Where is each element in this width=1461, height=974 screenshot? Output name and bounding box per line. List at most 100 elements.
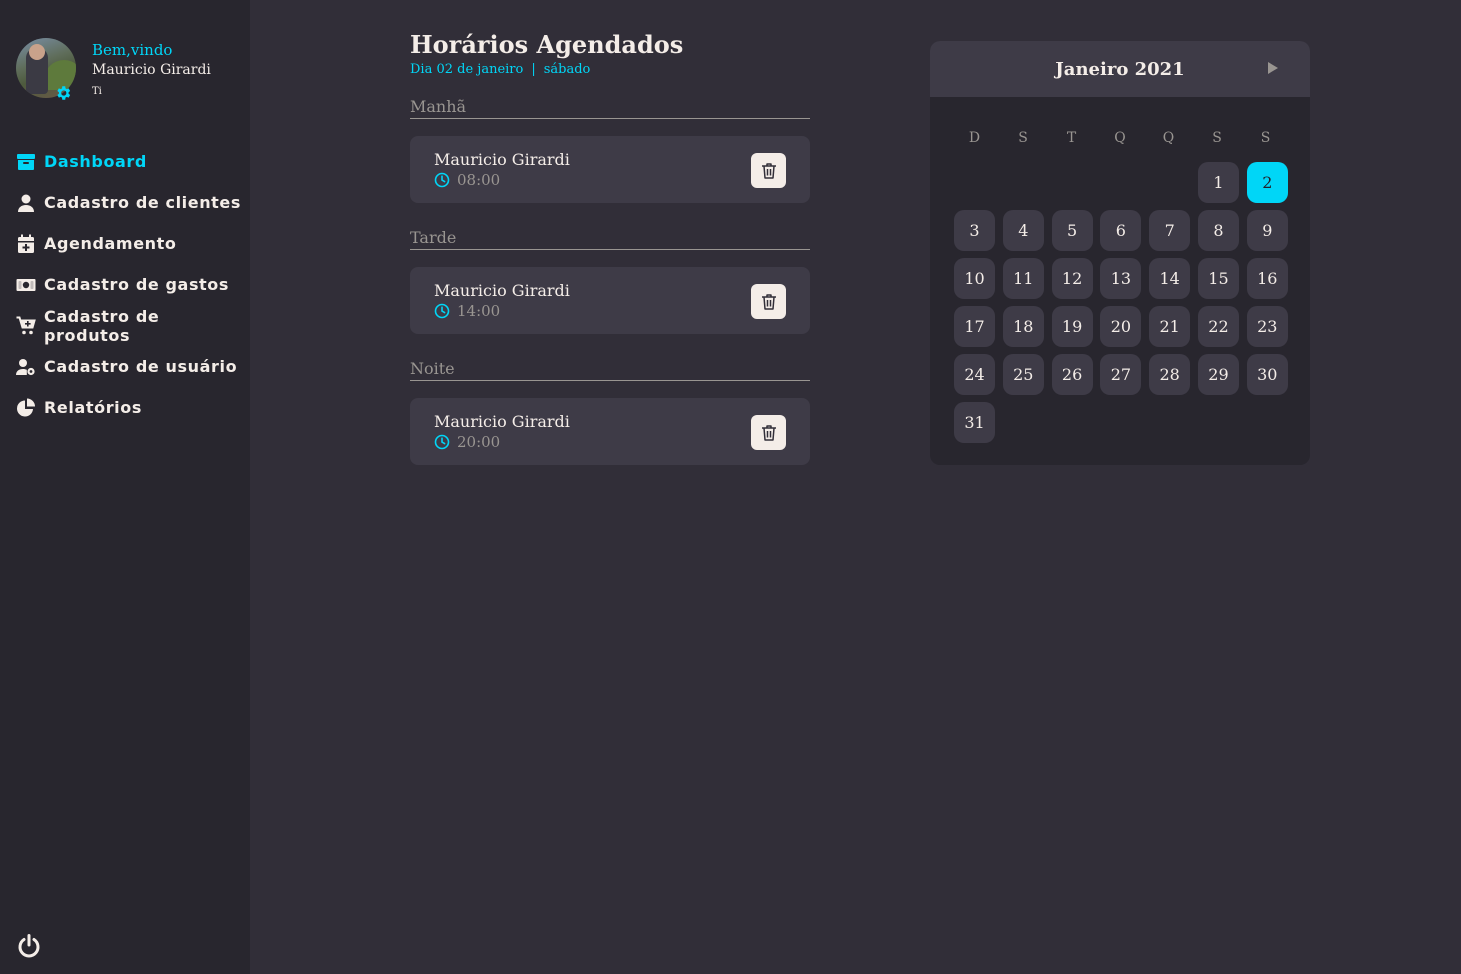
selected-date: Dia 02 de janeiro	[410, 62, 524, 77]
appointment-card: Mauricio Girardi 08:00	[410, 136, 810, 203]
calendar-day[interactable]: 28	[1149, 354, 1191, 395]
section-morning: Manhã Mauricio Girardi 08:00	[410, 97, 810, 203]
calendar-day[interactable]: 18	[1002, 306, 1044, 347]
calendar-day[interactable]: 5	[1051, 210, 1093, 251]
calendar-day[interactable]: 30	[1246, 354, 1288, 395]
calendar-weekdays: DSTQQSS	[954, 130, 1286, 146]
section-label: Tarde	[410, 228, 810, 250]
user-name: Mauricio Girardi	[92, 62, 211, 78]
calendar-day[interactable]: 29	[1197, 354, 1239, 395]
weekday-label: S	[1212, 130, 1222, 146]
section-label: Noite	[410, 359, 810, 381]
calendar-day[interactable]: 20	[1100, 306, 1142, 347]
calendar-day[interactable]: 17	[954, 306, 995, 347]
user-role: Ti	[92, 86, 102, 97]
sidebar-item-gastos[interactable]: Cadastro de gastos	[16, 264, 246, 305]
appointment-card: Mauricio Girardi 14:00	[410, 267, 810, 334]
calendar-day[interactable]: 25	[1002, 354, 1044, 395]
calendar-day[interactable]: 22	[1197, 306, 1239, 347]
calendar-plus-icon	[16, 234, 36, 254]
calendar-day[interactable]: 12	[1051, 258, 1093, 299]
calendar-day[interactable]: 27	[1100, 354, 1142, 395]
sidebar-item-label: Relatórios	[44, 398, 142, 417]
calendar-day[interactable]: 24	[954, 354, 995, 395]
calendar-day[interactable]: 4	[1002, 210, 1044, 251]
clock-icon	[434, 434, 450, 450]
section-evening: Noite Mauricio Girardi 20:00	[410, 359, 810, 465]
calendar-day[interactable]: 15	[1197, 258, 1239, 299]
sidebar: Bem,vindo Mauricio Girardi Ti Dashboard …	[0, 0, 250, 974]
weekday-label: S	[1260, 130, 1271, 146]
date-separator: |	[531, 62, 536, 77]
appointment-time: 20:00	[434, 433, 500, 451]
gear-icon[interactable]	[54, 84, 72, 102]
cart-plus-icon	[16, 316, 36, 336]
calendar: Janeiro 2021 DSTQQSS 1 2 3 4 5 6 7 8 9 10 11 12 13 14…	[930, 41, 1310, 465]
sidebar-nav: Dashboard Cadastro de clientes Agendamen…	[16, 141, 246, 428]
user-icon	[16, 193, 36, 213]
sidebar-item-produtos[interactable]: Cadastro de produtos	[16, 305, 246, 346]
calendar-day[interactable]: 10	[954, 258, 995, 299]
calendar-day[interactable]: 3	[954, 210, 995, 251]
delete-appointment-button[interactable]	[751, 284, 786, 319]
calendar-days: 1 2 3 4 5 6 7 8 9 10 11 12 13 14 15 16 17 18 19 20 21 22 23 24 2…	[954, 162, 1296, 443]
calendar-month-title: Janeiro 2021	[1055, 59, 1185, 80]
archive-icon	[16, 152, 36, 172]
sidebar-item-label: Dashboard	[44, 152, 147, 171]
appointment-client: Mauricio Girardi	[434, 281, 570, 300]
calendar-day[interactable]: 13	[1100, 258, 1142, 299]
power-icon[interactable]	[16, 933, 42, 959]
money-bill-icon	[16, 275, 36, 295]
appointment-client: Mauricio Girardi	[434, 412, 570, 431]
calendar-day[interactable]: 6	[1100, 210, 1142, 251]
calendar-day[interactable]: 1	[1197, 162, 1239, 203]
calendar-day[interactable]: 26	[1051, 354, 1093, 395]
calendar-day[interactable]: 7	[1149, 210, 1191, 251]
calendar-empty-cell	[954, 162, 995, 203]
calendar-day[interactable]: 31	[954, 402, 995, 443]
calendar-day-selected[interactable]: 2	[1246, 162, 1288, 203]
calendar-day[interactable]: 14	[1149, 258, 1191, 299]
calendar-day[interactable]: 21	[1149, 306, 1191, 347]
calendar-day[interactable]: 16	[1246, 258, 1288, 299]
selected-weekday: sábado	[543, 62, 591, 77]
user-profile: Bem,vindo Mauricio Girardi Ti	[16, 38, 236, 102]
schedule-panel: Horários Agendados Dia 02 de janeiro | s…	[410, 30, 810, 465]
weekday-label: Q	[1162, 130, 1175, 146]
calendar-empty-cell	[1052, 162, 1093, 203]
appointment-time: 14:00	[434, 302, 500, 320]
calendar-day[interactable]: 9	[1246, 210, 1288, 251]
appointment-card: Mauricio Girardi 20:00	[410, 398, 810, 465]
calendar-day[interactable]: 19	[1051, 306, 1093, 347]
sidebar-item-agendamento[interactable]: Agendamento	[16, 223, 246, 264]
sidebar-item-dashboard[interactable]: Dashboard	[16, 141, 246, 182]
calendar-empty-cell	[1149, 162, 1190, 203]
next-month-icon[interactable]	[1266, 61, 1280, 75]
page-title: Horários Agendados	[410, 30, 684, 59]
welcome-text: Bem,vindo	[92, 41, 173, 59]
sidebar-item-relatorios[interactable]: Relatórios	[16, 387, 246, 428]
weekday-label: D	[968, 130, 981, 146]
sidebar-item-clientes[interactable]: Cadastro de clientes	[16, 182, 246, 223]
chart-pie-icon	[16, 398, 36, 418]
clock-icon	[434, 303, 450, 319]
sidebar-item-label: Cadastro de produtos	[44, 306, 160, 345]
section-afternoon: Tarde Mauricio Girardi 14:00	[410, 228, 810, 334]
user-cog-icon	[16, 357, 36, 377]
calendar-day[interactable]: 23	[1246, 306, 1288, 347]
sidebar-item-label: Cadastro de usuário	[44, 357, 238, 376]
calendar-day[interactable]: 8	[1197, 210, 1239, 251]
sidebar-item-label: Agendamento	[44, 234, 177, 253]
calendar-day[interactable]: 11	[1002, 258, 1044, 299]
delete-appointment-button[interactable]	[751, 415, 786, 450]
trash-icon	[761, 424, 776, 441]
sidebar-item-usuario[interactable]: Cadastro de usuário	[16, 346, 246, 387]
calendar-header: Janeiro 2021	[930, 41, 1310, 97]
date-subtitle: Dia 02 de janeiro | sábado	[410, 62, 810, 80]
delete-appointment-button[interactable]	[751, 153, 786, 188]
weekday-label: T	[1066, 130, 1077, 146]
trash-icon	[761, 162, 776, 179]
appointment-time: 08:00	[434, 171, 500, 189]
calendar-empty-cell	[1003, 162, 1044, 203]
section-label: Manhã	[410, 97, 810, 119]
